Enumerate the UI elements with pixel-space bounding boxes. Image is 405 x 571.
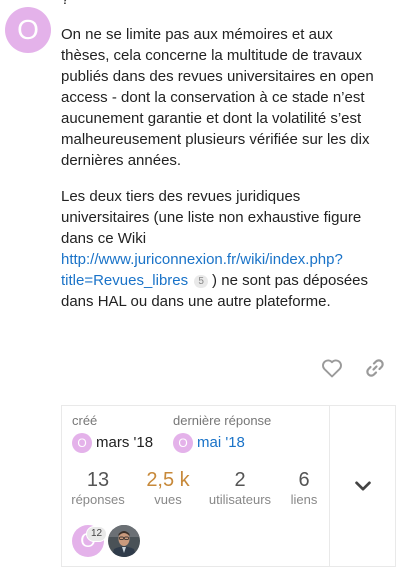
users-count: 2 xyxy=(234,469,246,491)
author-avatar[interactable]: O xyxy=(5,7,51,53)
stat-replies: 13 réponses xyxy=(66,468,130,508)
views-caption: vues xyxy=(154,492,182,507)
post-paragraph-2: Les deux tiers des revues juridiques uni… xyxy=(61,186,383,312)
links-count: 6 xyxy=(298,469,310,491)
like-button[interactable] xyxy=(320,356,344,380)
last-reply-date[interactable]: mai '18 xyxy=(197,434,245,451)
post-paragraph-1: On ne se limite pas aux mémoires et aux … xyxy=(61,26,374,169)
participant-avatar-2[interactable] xyxy=(108,525,140,557)
heart-outline-icon xyxy=(322,359,342,378)
previous-text-fragment: ? xyxy=(61,0,69,8)
chevron-down-icon xyxy=(355,481,371,491)
share-button[interactable] xyxy=(363,356,387,380)
last-replier-avatar[interactable]: O xyxy=(173,433,193,453)
post-body: On ne se limite pas aux mémoires et aux … xyxy=(61,24,383,327)
stat-links: 6 liens xyxy=(280,468,328,508)
users-caption: utilisateurs xyxy=(208,492,272,507)
stat-users: 2 utilisateurs xyxy=(204,468,276,508)
paragraph-text-before-link: Les deux tiers des revues juridiques uni… xyxy=(61,188,362,247)
participant-photo xyxy=(108,525,140,557)
replies-count: 13 xyxy=(86,469,110,491)
link-click-count: 5 xyxy=(194,275,208,288)
topic-map: créé O mars '18 dernière réponse O mai '… xyxy=(61,405,396,567)
stat-views: 2,5 k vues xyxy=(136,468,200,508)
links-caption: liens xyxy=(290,492,318,507)
created-date: mars '18 xyxy=(96,434,154,451)
expand-topic-map-button[interactable] xyxy=(329,406,396,566)
created-label: créé xyxy=(72,413,98,428)
topic-map-summary: créé O mars '18 dernière réponse O mai '… xyxy=(62,406,329,566)
participant-post-count: 12 xyxy=(86,526,108,542)
views-count: 2,5 k xyxy=(146,469,190,491)
post-actions xyxy=(0,356,405,380)
link-icon xyxy=(366,359,384,377)
last-reply-label: dernière réponse xyxy=(173,413,272,428)
replies-caption: réponses xyxy=(71,492,125,507)
creator-avatar[interactable]: O xyxy=(72,433,92,453)
